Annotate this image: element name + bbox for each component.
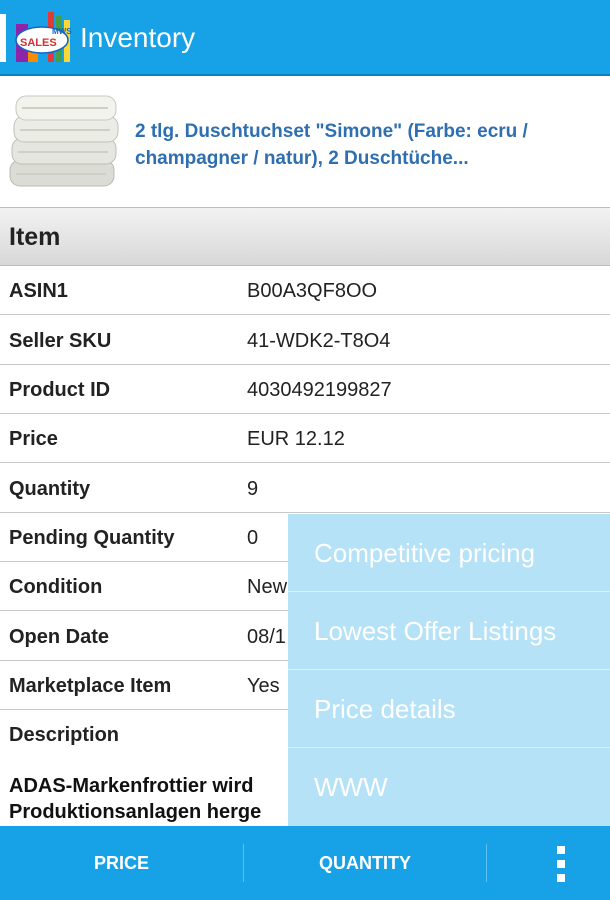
action-bar: MWS SALES Inventory <box>0 0 610 76</box>
detail-value: B00A3QF8OO <box>247 280 378 302</box>
detail-value: 4030492199827 <box>247 379 392 401</box>
menu-item-label: WWW <box>314 772 388 802</box>
section-header-item: Item <box>0 208 610 266</box>
detail-label: Quantity <box>9 478 91 500</box>
app-logo-icon[interactable]: MWS SALES <box>12 10 72 66</box>
product-header: 2 tlg. Duschtuchset "Simone" (Farbe: ecr… <box>0 76 610 208</box>
quantity-button[interactable]: QUANTITY <box>244 826 486 900</box>
bottom-action-bar: PRICE QUANTITY <box>0 826 610 900</box>
detail-value: 08/1 <box>247 626 286 648</box>
menu-item-competitive-pricing[interactable]: Competitive pricing <box>288 514 610 592</box>
detail-value: EUR 12.12 <box>247 428 345 450</box>
product-title-link[interactable]: 2 tlg. Duschtuchset "Simone" (Farbe: ecr… <box>135 118 595 172</box>
detail-label: Product ID <box>9 379 111 401</box>
detail-label: Marketplace Item <box>9 675 172 697</box>
page-title: Inventory <box>80 22 196 53</box>
overflow-menu-icon[interactable] <box>548 844 574 884</box>
menu-item-label: Price details <box>314 694 456 724</box>
detail-label: Seller SKU <box>9 330 112 352</box>
menu-item-label: Lowest Offer Listings <box>314 616 557 646</box>
detail-row-asin: ASIN1 B00A3QF8OO <box>0 266 610 315</box>
menu-item-label: Competitive pricing <box>314 538 536 568</box>
detail-label: Pending Quantity <box>9 527 175 549</box>
detail-value: 9 <box>247 478 259 500</box>
logo-text-top: MWS <box>52 27 72 36</box>
detail-row-product-id: Product ID 4030492199827 <box>0 365 610 414</box>
section-title: Item <box>9 223 61 251</box>
logo-text-bottom: SALES <box>20 37 57 49</box>
detail-label: ASIN1 <box>9 280 68 302</box>
detail-row-price: Price EUR 12.12 <box>0 414 610 463</box>
description-label: Description <box>9 724 120 746</box>
overflow-menu: Competitive pricing Lowest Offer Listing… <box>288 514 610 826</box>
menu-item-price-details[interactable]: Price details <box>288 670 610 748</box>
menu-item-www[interactable]: WWW <box>288 748 610 826</box>
detail-label: Condition <box>9 576 103 598</box>
detail-value: 0 <box>247 527 259 549</box>
detail-value: 41-WDK2-T8O4 <box>247 330 391 352</box>
action-divider <box>486 844 487 882</box>
detail-row-quantity: Quantity 9 <box>0 464 610 513</box>
detail-value: New <box>247 576 288 598</box>
detail-row-seller-sku: Seller SKU 41-WDK2-T8O4 <box>0 316 610 365</box>
detail-value: Yes <box>247 675 280 697</box>
menu-item-lowest-offer-listings[interactable]: Lowest Offer Listings <box>288 592 610 670</box>
up-indicator[interactable] <box>0 14 6 62</box>
product-image <box>8 90 122 194</box>
detail-label: Open Date <box>9 626 110 648</box>
price-button[interactable]: PRICE <box>0 826 243 900</box>
detail-label: Price <box>9 428 58 450</box>
